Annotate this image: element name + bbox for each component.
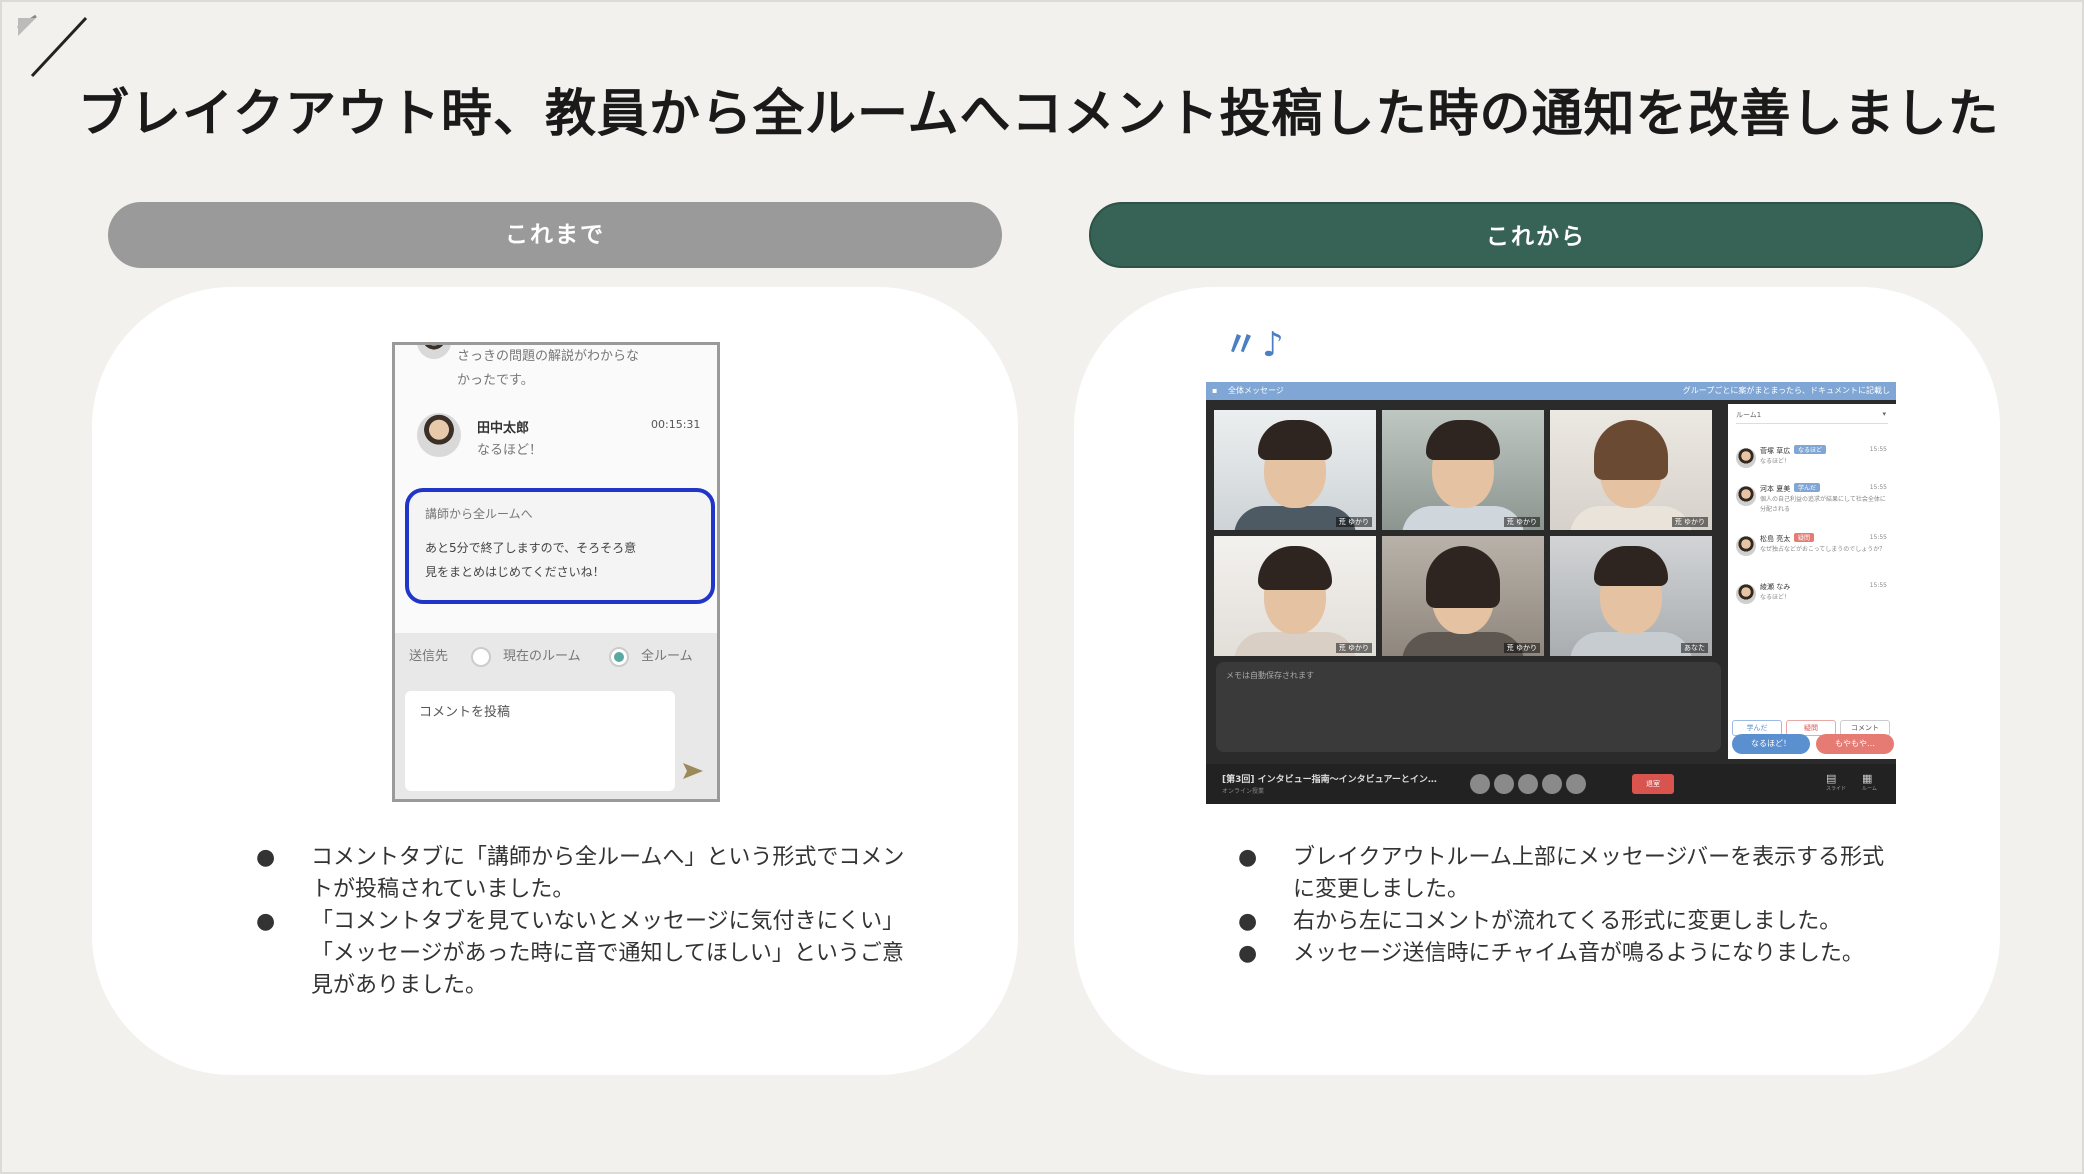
footer-bar: [第3回] インタビュー指南〜インタビュアーとイン… オンライン授業 退室 ▤ ス…: [1206, 764, 1896, 804]
list-item: ● メッセージ送信時にチャイム音が鳴るようになりました。: [1238, 941, 1864, 966]
list-item: 河本 夏美 学んだ 15:55 個人の自己利益の追求が結果にして社会全体に分配さ…: [1736, 482, 1891, 522]
share-icon[interactable]: [1542, 774, 1562, 794]
avatar: [1736, 486, 1756, 506]
radio-all-rooms-label: 全ルーム: [641, 649, 693, 664]
reaction-naruhodo-button[interactable]: なるほど！: [1732, 734, 1810, 754]
list-item: ● 右から左にコメントが流れてくる形式に変更しました。: [1238, 909, 1842, 934]
list-item: ● 「コメントタブを見ていないとメッセージに気付きにくい」「メッセージがあった時に…: [256, 909, 905, 998]
list-item: ● コメントタブに「講師から全ルームへ」という形式でコメントが投稿されていました。: [256, 845, 905, 902]
video-tile: あなた: [1550, 536, 1712, 656]
hand-icon[interactable]: [1518, 774, 1538, 794]
after-panel: 〃♪〃 ▪ 全体メッセージ グループごとに案がまとまったら、ドキュメントに記載し…: [1074, 287, 2000, 1075]
before-label-pill: これまで: [108, 202, 1002, 268]
radio-current-room[interactable]: [471, 647, 491, 667]
before-panel: さっきの問題の解説がわからな かったです。 田中太郎 00:15:31 なるほど…: [92, 287, 1018, 1075]
more-icon[interactable]: [1566, 774, 1586, 794]
mic-icon[interactable]: [1470, 774, 1490, 794]
old-comment-tab-mock: さっきの問題の解説がわからな かったです。 田中太郎 00:15:31 なるほど…: [392, 342, 720, 802]
avatar: [417, 345, 451, 359]
send-to-label: 送信先: [409, 649, 449, 664]
message-bar-text: グループごとに案がまとまったら、ドキュメントに記載し: [1682, 386, 1890, 395]
message-bar-icon: ▪: [1212, 386, 1218, 395]
grid-icon[interactable]: ▦ ルーム: [1862, 772, 1877, 792]
course-title: [第3回] インタビュー指南〜インタビュアーとイン…: [1222, 775, 1437, 785]
video-tile: 荒 ゆかり: [1214, 410, 1376, 530]
avatar: [1736, 584, 1756, 604]
comment-sidebar: ルーム1 ▾ 菅塚 草広 なるほど 15:55 なるほど！ 河本 夏美 学んだ …: [1728, 404, 1896, 759]
list-item: ● ブレイクアウトルーム上部にメッセージバーを表示する形式に変更しました。: [1238, 845, 1885, 902]
send-icon[interactable]: [681, 761, 705, 781]
prev-message-line2: かったです。: [457, 373, 534, 388]
slide-icon[interactable]: ▤ スライド: [1826, 772, 1846, 792]
broadcast-line2: 見をまとめはじめてくださいね！: [425, 565, 605, 579]
reply-text: なるほど！: [477, 443, 543, 458]
avatar: [1736, 536, 1756, 556]
page-title: ブレイクアウト時、教員から全ルームへコメント投稿した時の通知を改善しました: [78, 85, 2000, 144]
course-subtitle: オンライン授業: [1222, 788, 1265, 795]
leave-button[interactable]: 退室: [1632, 774, 1674, 794]
list-item: 松島 亮太 疑問 15:55 なぜ独占などがおこってしまうのでしょうか？: [1736, 532, 1891, 572]
camera-icon[interactable]: [1494, 774, 1514, 794]
after-bullet-list: ● ブレイクアウトルーム上部にメッセージバーを表示する形式に変更しました。 ● 右か…: [1238, 842, 1893, 970]
chevron-down-icon: ▾: [1882, 410, 1886, 418]
highlighted-broadcast-message: 講師から全ルームへ あと5分で終了しますので、そろそろ意 見をまとめはじめてくだ…: [405, 488, 715, 604]
message-bar-label: 全体メッセージ: [1228, 386, 1284, 395]
after-label-pill: これから: [1089, 202, 1983, 268]
prev-message-line1: さっきの問題の解説がわからな: [457, 349, 640, 364]
before-bullet-list: ● コメントタブに「講師から全ルームへ」という形式でコメントが投稿されていました。…: [256, 842, 911, 1002]
broadcast-header: 講師から全ルームへ: [425, 507, 533, 521]
radio-all-rooms[interactable]: [609, 647, 629, 667]
chime-notes-icon: 〃♪〃: [1224, 325, 1288, 414]
radio-current-room-label: 現在のルーム: [503, 649, 581, 664]
broadcast-line1: あと5分で終了しますので、そろそろ意: [425, 541, 637, 555]
avatar: [1736, 448, 1756, 468]
video-tile: 荒 ゆかり: [1550, 410, 1712, 530]
room-select[interactable]: ルーム1 ▾: [1736, 410, 1888, 424]
memo-area[interactable]: メモは自動保存されます: [1216, 662, 1721, 752]
video-tile: 荒 ゆかり: [1382, 410, 1544, 530]
user-name: 田中太郎: [477, 421, 530, 436]
message-time: 00:15:31: [651, 418, 701, 431]
video-tile: 荒 ゆかり: [1214, 536, 1376, 656]
list-item: 菅塚 草広 なるほど 15:55 なるほど！: [1736, 444, 1891, 484]
video-tile: 荒 ゆかり: [1382, 536, 1544, 656]
list-item: 綾瀬 なみ 15:55 なるほど！: [1736, 580, 1891, 620]
avatar: [417, 413, 461, 457]
reaction-moyamoya-button[interactable]: もやもや…: [1816, 734, 1894, 754]
new-breakout-room-mock: ▪ 全体メッセージ グループごとに案がまとまったら、ドキュメントに記載し 荒 ゆ…: [1206, 382, 1896, 804]
comment-input[interactable]: コメントを投稿: [405, 691, 675, 791]
message-bar: ▪ 全体メッセージ グループごとに案がまとまったら、ドキュメントに記載し: [1206, 382, 1896, 400]
compose-area: 送信先 現在のルーム 全ルーム コメントを投稿: [395, 633, 717, 799]
